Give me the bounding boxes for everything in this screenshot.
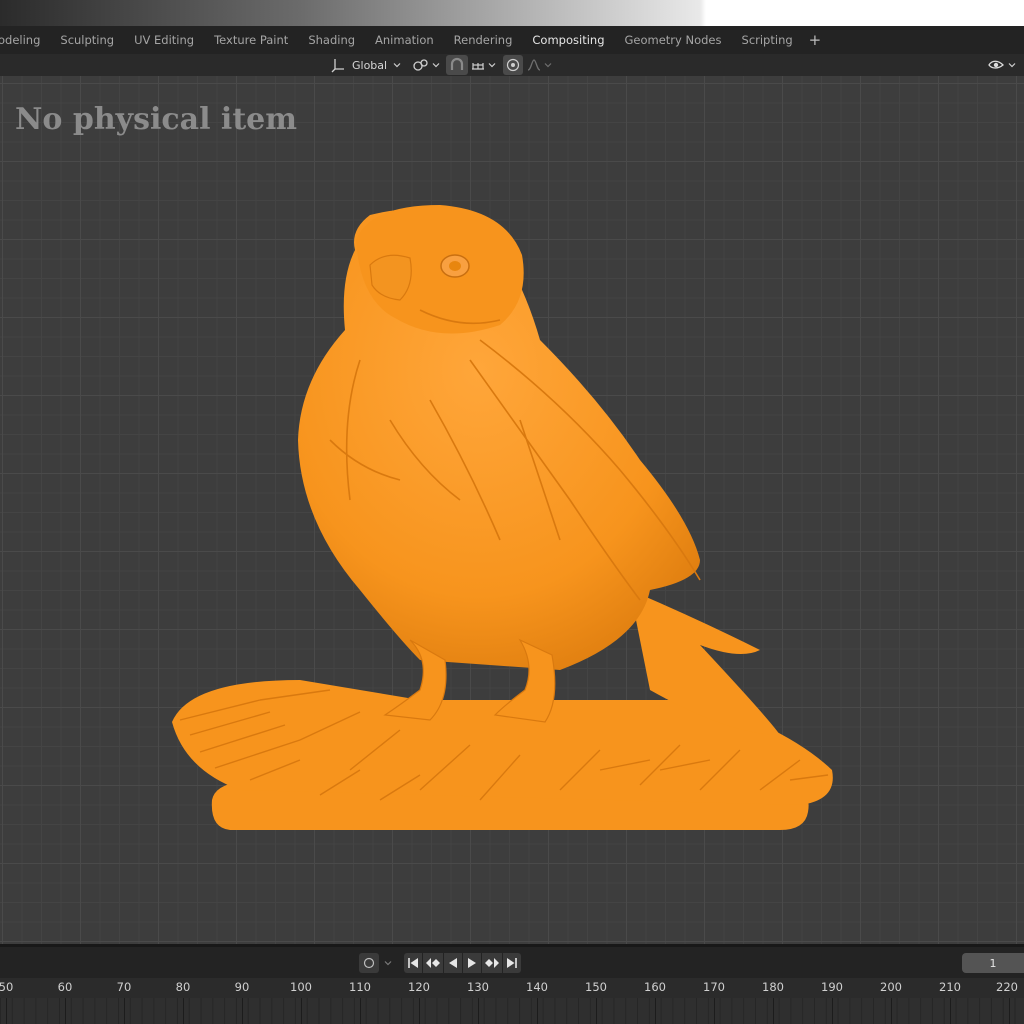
timeline-gridline — [714, 998, 715, 1024]
timeline-controls: 1 — [0, 944, 1024, 981]
timeline-gridline — [832, 998, 833, 1024]
visibility-dropdown[interactable] — [988, 55, 1016, 75]
ruler-label: 140 — [526, 980, 548, 994]
tab-modeling[interactable]: odeling — [0, 26, 50, 54]
transform-orientation-dropdown[interactable]: Global — [330, 55, 401, 75]
proportional-edit-icon — [506, 58, 520, 72]
play-reverse-icon — [449, 958, 457, 968]
play-icon — [468, 958, 476, 968]
ruler-label: 90 — [234, 980, 250, 994]
timeline-ruler[interactable]: 50 60 70 80 90 100 110 120 130 140 150 1… — [0, 978, 1024, 998]
tab-uv-editing[interactable]: UV Editing — [124, 26, 204, 54]
keying-dropdown[interactable] — [380, 953, 394, 973]
chevron-down-icon — [488, 63, 496, 68]
proportional-editing-toggle[interactable] — [503, 55, 523, 75]
timeline-area[interactable] — [0, 998, 1024, 1024]
chevron-down-icon — [384, 961, 392, 966]
ruler-label: 150 — [585, 980, 607, 994]
viewport-header: Global — [0, 54, 1024, 77]
snap-target-dropdown[interactable] — [470, 55, 496, 75]
ruler-label: 100 — [290, 980, 312, 994]
timeline-gridline — [301, 998, 302, 1024]
ruler-label: 180 — [762, 980, 784, 994]
jump-end-icon — [507, 958, 517, 968]
magnet-icon — [450, 57, 464, 70]
bird-model[interactable] — [0, 76, 1024, 944]
orientation-label: Global — [352, 58, 388, 72]
record-icon — [363, 957, 375, 969]
ruler-label: 200 — [880, 980, 902, 994]
snap-increment-icon — [472, 63, 484, 70]
timeline-gridline — [537, 998, 538, 1024]
eye-icon — [988, 60, 1004, 69]
timeline-gridline — [773, 998, 774, 1024]
ruler-label: 60 — [57, 980, 73, 994]
ruler-label: 210 — [939, 980, 961, 994]
jump-start-icon — [408, 958, 418, 968]
proportional-falloff-dropdown[interactable] — [526, 55, 552, 75]
ruler-label: 130 — [467, 980, 489, 994]
timeline-gridline — [950, 998, 951, 1024]
ruler-label: 80 — [175, 980, 191, 994]
timeline-gridline — [124, 998, 125, 1024]
pivot-point-dropdown[interactable] — [412, 55, 440, 75]
jump-to-end-button[interactable] — [503, 953, 521, 973]
tab-compositing[interactable]: Compositing — [522, 26, 614, 54]
timeline-gridline — [242, 998, 243, 1024]
tab-geometry-nodes[interactable]: Geometry Nodes — [615, 26, 732, 54]
chevron-down-icon — [544, 63, 552, 68]
timeline-gridline — [596, 998, 597, 1024]
falloff-curve-icon — [527, 59, 541, 71]
tab-rendering[interactable]: Rendering — [444, 26, 523, 54]
ruler-label: 190 — [821, 980, 843, 994]
chevron-down-icon — [1008, 63, 1016, 68]
current-frame-field[interactable]: 1 — [962, 953, 1024, 973]
play-reverse-button[interactable] — [444, 953, 462, 973]
timeline-gridline — [65, 998, 66, 1024]
jump-keyframe-next-button[interactable] — [482, 953, 502, 973]
timeline-gridline — [6, 998, 7, 1024]
timeline-gridline — [478, 998, 479, 1024]
tab-animation[interactable]: Animation — [365, 26, 444, 54]
3d-viewport[interactable]: No physical item — [0, 76, 1024, 944]
link-icon — [413, 59, 428, 71]
timeline-gridline — [360, 998, 361, 1024]
tab-shading[interactable]: Shading — [298, 26, 365, 54]
jump-to-start-button[interactable] — [404, 953, 422, 973]
tab-sculpting[interactable]: Sculpting — [50, 26, 124, 54]
ruler-label: 70 — [116, 980, 132, 994]
orientation-icon — [331, 59, 344, 73]
ruler-label: 50 — [0, 980, 14, 994]
prev-keyframe-icon — [426, 958, 440, 968]
play-button[interactable] — [463, 953, 481, 973]
ruler-label: 120 — [408, 980, 430, 994]
timeline-gridline — [183, 998, 184, 1024]
workspace-tabs-bar: odeling Sculpting UV Editing Texture Pai… — [0, 26, 1024, 54]
chevron-down-icon — [393, 63, 401, 68]
tab-texture-paint[interactable]: Texture Paint — [204, 26, 298, 54]
ruler-label: 170 — [703, 980, 725, 994]
tab-scripting[interactable]: Scripting — [732, 26, 803, 54]
top-strip — [0, 0, 1024, 26]
timeline-gridline — [1009, 998, 1010, 1024]
jump-keyframe-prev-button[interactable] — [423, 953, 443, 973]
next-keyframe-icon — [485, 958, 499, 968]
ruler-label: 160 — [644, 980, 666, 994]
keying-toggle[interactable] — [359, 953, 379, 973]
ruler-label: 110 — [349, 980, 371, 994]
timeline-gridline — [419, 998, 420, 1024]
timeline-gridline — [655, 998, 656, 1024]
chevron-down-icon — [432, 63, 440, 68]
ruler-label: 220 — [996, 980, 1018, 994]
timeline-gridline — [891, 998, 892, 1024]
snap-toggle[interactable] — [446, 55, 468, 75]
add-workspace-button[interactable]: + — [803, 26, 828, 54]
